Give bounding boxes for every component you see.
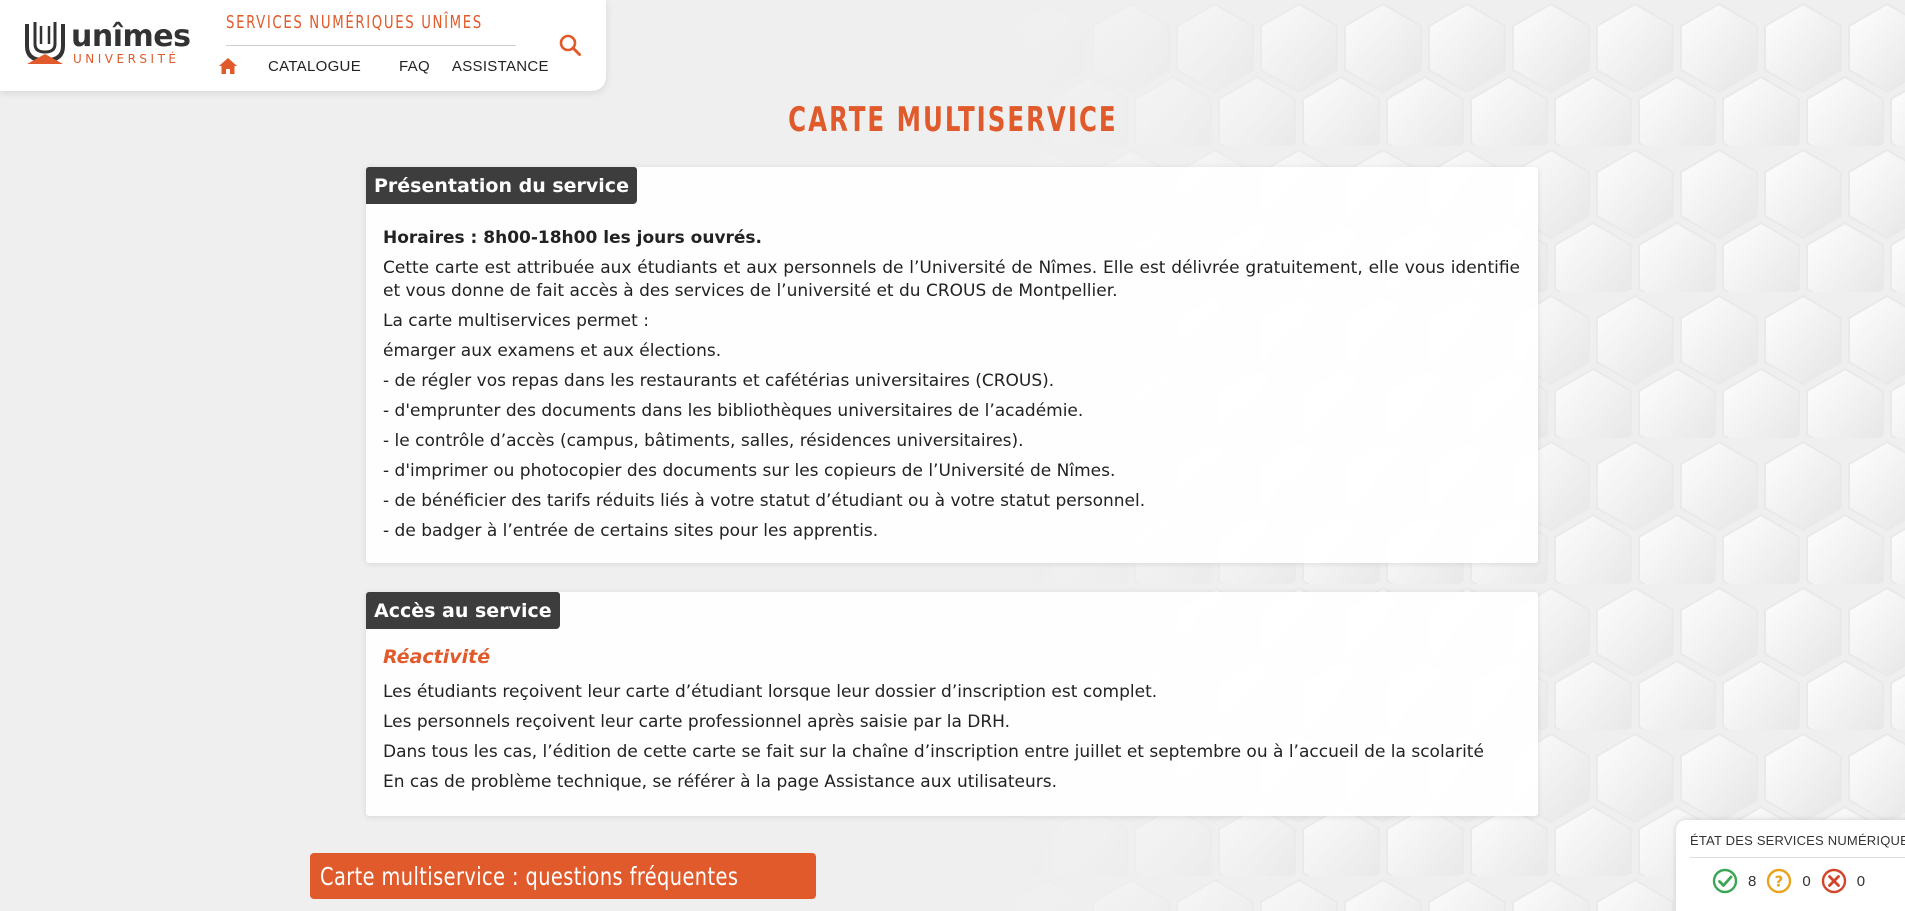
presentation-list-item: - d'emprunter des documents dans les bib… bbox=[383, 401, 1084, 421]
presentation-body: Horaires : 8h00-18h00 les jours ouvrés. … bbox=[366, 167, 1538, 566]
presentation-paragraph: Cette carte est attribuée aux étudiants … bbox=[383, 258, 1520, 301]
presentation-list-item: - le contrôle d’accès (campus, bâtiments… bbox=[383, 431, 1024, 451]
status-ok-count: 8 bbox=[1748, 872, 1757, 890]
site-header: unîmes UNIVERSITÉ SERVICES NUMÉRIQUES UN… bbox=[0, 0, 606, 91]
svg-text:?: ? bbox=[1775, 873, 1784, 891]
site-title[interactable]: SERVICES NUMÉRIQUES UNÎMES bbox=[226, 12, 483, 33]
status-ok: 8 bbox=[1712, 868, 1756, 894]
title-divider bbox=[226, 45, 516, 46]
access-card: Accès au service Réactivité Les étudiant… bbox=[366, 592, 1538, 816]
status-warning-count: 0 bbox=[1802, 872, 1811, 890]
access-paragraph: En cas de problème technique, se référer… bbox=[383, 772, 1057, 792]
home-icon[interactable] bbox=[218, 56, 238, 76]
search-icon[interactable] bbox=[558, 33, 582, 57]
service-hours: Horaires : 8h00-18h00 les jours ouvrés. bbox=[383, 228, 763, 248]
access-paragraph: Dans tous les cas, l’édition de cette ca… bbox=[383, 742, 1484, 762]
status-warning: ? 0 bbox=[1766, 868, 1811, 894]
logo-subtitle: UNIVERSITÉ bbox=[73, 52, 180, 66]
presentation-list-item: - d'imprimer ou photocopier des document… bbox=[383, 461, 1116, 481]
status-counters: 8 ? 0 0 bbox=[1712, 868, 1875, 894]
presentation-paragraph: La carte multiservices permet : bbox=[383, 311, 649, 331]
logo-name: unîmes bbox=[71, 19, 191, 54]
nav-item-faq[interactable]: FAQ bbox=[399, 58, 430, 75]
logo-mark-icon bbox=[25, 22, 65, 64]
presentation-tab: Présentation du service bbox=[366, 167, 637, 204]
faq-button[interactable]: Carte multiservice : questions fréquente… bbox=[310, 853, 817, 899]
cross-circle-icon bbox=[1821, 868, 1846, 894]
status-error-count: 0 bbox=[1856, 872, 1866, 890]
presentation-list-item: émarger aux examens et aux élections. bbox=[383, 341, 722, 361]
presentation-list-item: - de badger à l’entrée de certains sites… bbox=[383, 521, 879, 541]
university-logo[interactable]: unîmes UNIVERSITÉ bbox=[25, 20, 191, 66]
presentation-card: Présentation du service Horaires : 8h00-… bbox=[366, 167, 1538, 563]
access-paragraph: Les étudiants reçoivent leur carte d’étu… bbox=[383, 682, 1158, 702]
page-title: CARTE MULTISERVICE bbox=[787, 100, 1118, 140]
status-divider bbox=[1690, 857, 1905, 858]
check-circle-icon bbox=[1712, 868, 1738, 894]
status-title: ÉTAT DES SERVICES NUMÉRIQUES bbox=[1690, 833, 1905, 848]
presentation-list-item: - de bénéficier des tarifs réduits liés … bbox=[383, 491, 1146, 511]
presentation-list-item: - de régler vos repas dans les restauran… bbox=[383, 371, 1055, 391]
access-subheading: Réactivité bbox=[383, 646, 491, 668]
main-nav: CATALOGUE FAQ ASSISTANCE bbox=[218, 56, 587, 76]
service-status-widget[interactable]: ÉTAT DES SERVICES NUMÉRIQUES 8 ? 0 0 bbox=[1676, 820, 1905, 911]
nav-item-assistance[interactable]: ASSISTANCE bbox=[452, 58, 549, 75]
question-circle-icon: ? bbox=[1767, 868, 1792, 894]
access-tab: Accès au service bbox=[366, 592, 560, 629]
nav-item-catalogue[interactable]: CATALOGUE bbox=[268, 58, 361, 75]
access-paragraph: Les personnels reçoivent leur carte prof… bbox=[383, 712, 1011, 732]
status-error: 0 bbox=[1821, 868, 1865, 894]
